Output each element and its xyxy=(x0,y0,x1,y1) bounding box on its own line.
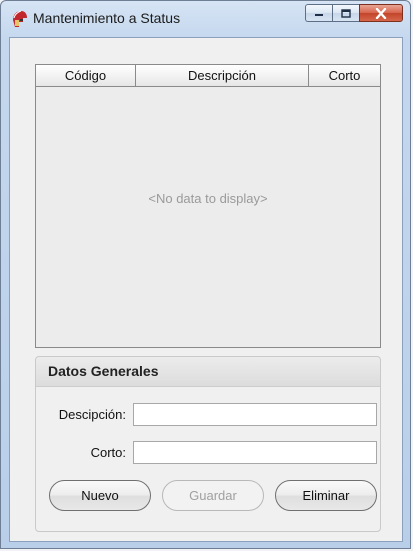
eliminar-button[interactable]: Eliminar xyxy=(275,480,377,511)
red-warrior-helmet-icon[interactable] xyxy=(10,10,28,28)
window-title: Mantenimiento a Status xyxy=(33,10,181,26)
nuevo-button[interactable]: Nuevo xyxy=(49,480,151,511)
descripcion-label: Descipción: xyxy=(58,407,126,422)
group-title: Datos Generales xyxy=(36,357,380,387)
column-header-codigo[interactable]: Código xyxy=(36,65,136,86)
corto-input[interactable] xyxy=(133,441,377,464)
empty-grid-message: <No data to display> xyxy=(148,191,268,206)
descripcion-input[interactable] xyxy=(133,403,377,426)
close-icon xyxy=(375,7,387,19)
close-button[interactable] xyxy=(359,4,403,22)
minimize-button[interactable] xyxy=(305,4,332,22)
column-header-descripcion[interactable]: Descripción xyxy=(136,65,309,86)
status-grid[interactable]: Código Descripción Corto <No data to dis… xyxy=(35,64,381,348)
corto-label: Corto: xyxy=(90,445,126,460)
column-header-corto[interactable]: Corto xyxy=(309,65,380,86)
maximize-icon xyxy=(341,8,351,18)
caption-buttons xyxy=(305,4,403,22)
window: Mantenimiento a Status Código Descripció… xyxy=(0,0,411,549)
grid-header: Código Descripción Corto xyxy=(36,65,380,87)
minimize-icon xyxy=(315,14,323,16)
title-bar[interactable]: Mantenimiento a Status xyxy=(1,1,410,37)
guardar-button[interactable]: Guardar xyxy=(162,480,264,511)
maximize-button[interactable] xyxy=(332,4,359,22)
datos-generales-group: Datos Generales Descipción: Corto: Nuevo… xyxy=(35,356,381,532)
client-area: Código Descripción Corto <No data to dis… xyxy=(9,37,403,542)
